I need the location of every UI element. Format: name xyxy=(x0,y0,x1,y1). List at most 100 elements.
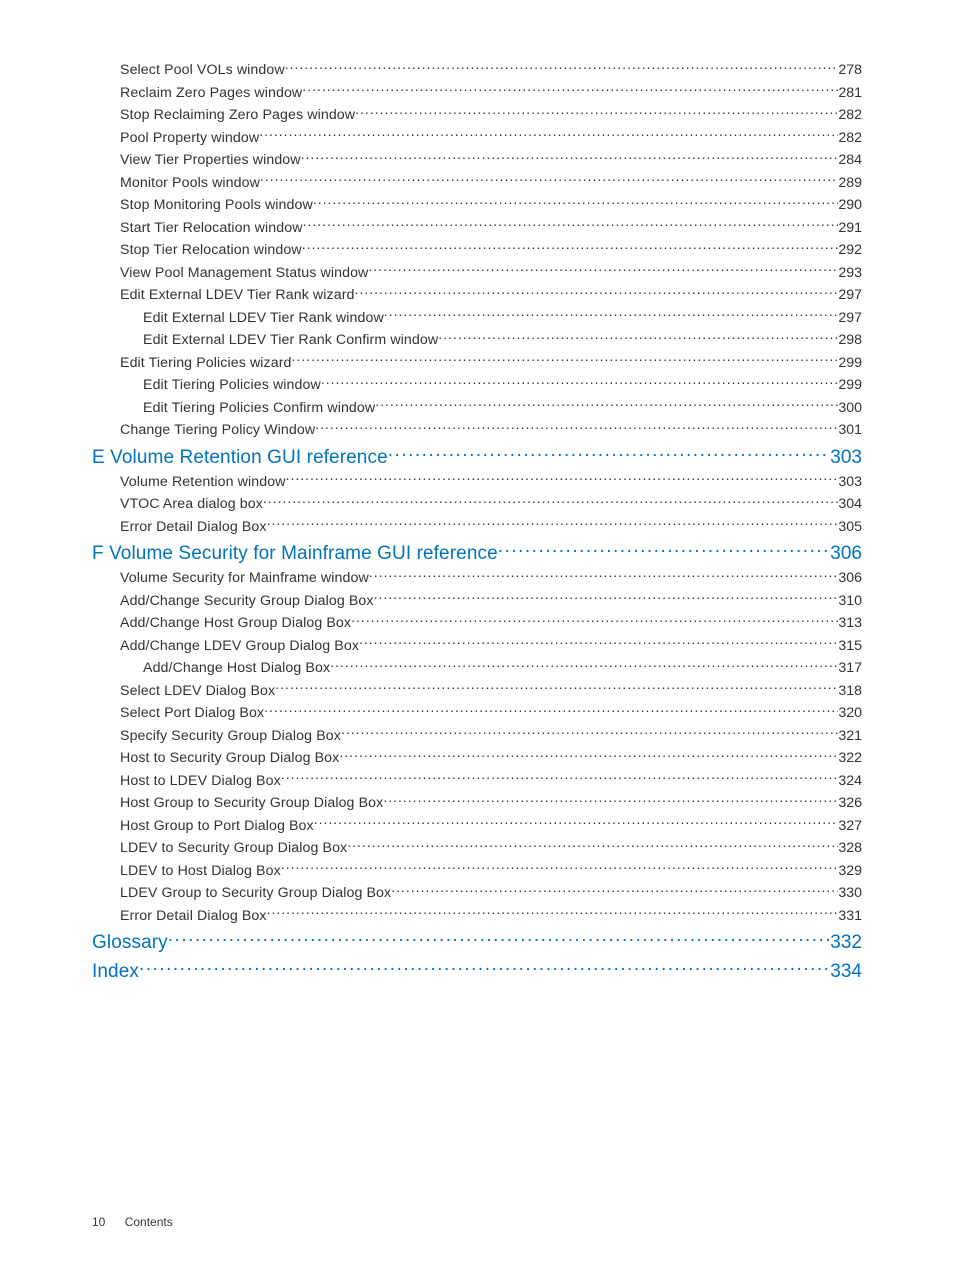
toc-leader xyxy=(313,193,838,209)
toc-entry-label: Volume Retention window xyxy=(120,473,286,493)
toc-entry-page: 303 xyxy=(838,473,862,493)
toc-leader xyxy=(267,904,839,920)
toc-entry-page: 297 xyxy=(838,309,862,329)
toc-entry-label: Index xyxy=(92,959,139,984)
toc-leader xyxy=(359,634,838,650)
toc-entry[interactable]: Edit Tiering Policies wizard299 xyxy=(92,351,862,374)
toc-entry-page: 332 xyxy=(830,930,862,955)
toc-entry[interactable]: Host to LDEV Dialog Box324 xyxy=(92,769,862,792)
toc-leader xyxy=(369,566,839,582)
toc-entry[interactable]: Add/Change Host Dialog Box317 xyxy=(92,656,862,679)
toc-entry[interactable]: F Volume Security for Mainframe GUI refe… xyxy=(92,541,862,566)
toc-entry[interactable]: Specify Security Group Dialog Box 321 xyxy=(92,724,862,747)
toc-entry-page: 320 xyxy=(838,704,862,724)
toc-entry[interactable]: VTOC Area dialog box304 xyxy=(92,492,862,515)
toc-entry[interactable]: Stop Monitoring Pools window 290 xyxy=(92,193,862,216)
toc-entry-page: 329 xyxy=(838,862,862,882)
toc-entry-label: Specify Security Group Dialog Box xyxy=(120,727,341,747)
toc-entry[interactable]: Volume Retention window 303 xyxy=(92,470,862,493)
toc-leader xyxy=(374,589,839,605)
toc-entry-label: Volume Security for Mainframe window xyxy=(120,569,369,589)
toc-entry-page: 293 xyxy=(838,264,862,284)
toc-entry[interactable]: Add/Change Security Group Dialog Box310 xyxy=(92,589,862,612)
toc-entry[interactable]: Edit External LDEV Tier Rank wizard297 xyxy=(92,283,862,306)
toc-leader xyxy=(301,148,839,164)
toc-leader xyxy=(341,724,838,740)
toc-leader xyxy=(275,679,838,695)
toc-entry-page: 291 xyxy=(838,219,862,239)
toc-entry[interactable]: Monitor Pools window289 xyxy=(92,171,862,194)
toc-entry-label: Select Pool VOLs window xyxy=(120,61,285,81)
toc-entry-page: 318 xyxy=(838,682,862,702)
toc-entry[interactable]: LDEV Group to Security Group Dialog Box3… xyxy=(92,881,862,904)
footer-page-number: 10 xyxy=(92,1215,105,1229)
toc-entry-label: E Volume Retention GUI reference xyxy=(92,445,388,470)
page-footer: 10 Contents xyxy=(92,1215,173,1229)
toc-entry-label: Edit Tiering Policies window xyxy=(143,376,321,396)
toc-entry[interactable]: LDEV to Security Group Dialog Box328 xyxy=(92,836,862,859)
toc-leader xyxy=(315,418,838,434)
toc-entry[interactable]: Change Tiering Policy Window301 xyxy=(92,418,862,441)
toc-entry[interactable]: Edit External LDEV Tier Rank Confirm win… xyxy=(92,328,862,351)
toc-leader xyxy=(498,543,831,559)
toc-entry-label: Error Detail Dialog Box xyxy=(120,518,267,538)
toc-entry[interactable]: LDEV to Host Dialog Box 329 xyxy=(92,859,862,882)
toc-entry-page: 322 xyxy=(838,749,862,769)
toc-entry[interactable]: Add/Change Host Group Dialog Box313 xyxy=(92,611,862,634)
toc-entry[interactable]: Stop Tier Relocation window292 xyxy=(92,238,862,261)
toc-entry[interactable]: Error Detail Dialog Box 331 xyxy=(92,904,862,927)
toc-entry[interactable]: Host to Security Group Dialog Box322 xyxy=(92,746,862,769)
toc-entry[interactable]: Select Port Dialog Box320 xyxy=(92,701,862,724)
toc-entry-page: 327 xyxy=(838,817,862,837)
toc-entry[interactable]: Volume Security for Mainframe window 306 xyxy=(92,566,862,589)
toc-entry[interactable]: Edit External LDEV Tier Rank window297 xyxy=(92,306,862,329)
toc-entry-page: 315 xyxy=(838,637,862,657)
toc-entry-page: 313 xyxy=(838,614,862,634)
toc-entry-label: VTOC Area dialog box xyxy=(120,495,263,515)
toc-entry[interactable]: Add/Change LDEV Group Dialog Box315 xyxy=(92,634,862,657)
toc-entry-page: 331 xyxy=(838,907,862,927)
toc-leader xyxy=(286,470,839,486)
toc-entry-label: Error Detail Dialog Box xyxy=(120,907,267,927)
toc-entry-page: 281 xyxy=(838,84,862,104)
toc-entry[interactable]: Index 334 xyxy=(92,959,862,984)
toc-entry-page: 297 xyxy=(838,286,862,306)
toc-leader xyxy=(285,58,839,74)
toc-entry[interactable]: View Tier Properties window284 xyxy=(92,148,862,171)
toc-leader xyxy=(355,103,838,119)
toc-entry[interactable]: Start Tier Relocation window291 xyxy=(92,216,862,239)
toc-entry[interactable]: Edit Tiering Policies window299 xyxy=(92,373,862,396)
toc-entry-label: Add/Change Host Dialog Box xyxy=(143,659,330,679)
toc-entry[interactable]: Host Group to Port Dialog Box327 xyxy=(92,814,862,837)
toc-entry-label: Select LDEV Dialog Box xyxy=(120,682,275,702)
toc-entry[interactable]: View Pool Management Status window293 xyxy=(92,261,862,284)
toc-entry-page: 290 xyxy=(838,196,862,216)
toc-entry[interactable]: Error Detail Dialog Box305 xyxy=(92,515,862,538)
toc-entry-label: LDEV to Host Dialog Box xyxy=(120,862,281,882)
toc-entry[interactable]: Stop Reclaiming Zero Pages window282 xyxy=(92,103,862,126)
toc-leader xyxy=(351,611,838,627)
toc-entry-page: 306 xyxy=(838,569,862,589)
toc-entry[interactable]: Select Pool VOLs window278 xyxy=(92,58,862,81)
toc-entry[interactable]: Select LDEV Dialog Box 318 xyxy=(92,679,862,702)
toc-entry[interactable]: Host Group to Security Group Dialog Box3… xyxy=(92,791,862,814)
toc-entry[interactable]: E Volume Retention GUI reference303 xyxy=(92,445,862,470)
toc-leader xyxy=(314,814,839,830)
toc-entry-label: Change Tiering Policy Window xyxy=(120,421,315,441)
toc-entry-page: 300 xyxy=(838,399,862,419)
toc-leader xyxy=(339,746,838,762)
toc-entry[interactable]: Reclaim Zero Pages window281 xyxy=(92,81,862,104)
toc-entry[interactable]: Edit Tiering Policies Confirm window300 xyxy=(92,396,862,419)
toc-entry-page: 299 xyxy=(838,354,862,374)
toc-entry-label: Stop Monitoring Pools window xyxy=(120,196,313,216)
table-of-contents: Select Pool VOLs window278Reclaim Zero P… xyxy=(92,58,862,984)
toc-leader xyxy=(388,447,831,463)
toc-entry[interactable]: Pool Property window282 xyxy=(92,126,862,149)
toc-entry-page: 334 xyxy=(830,959,862,984)
toc-entry-page: 321 xyxy=(838,727,862,747)
toc-entry[interactable]: Glossary 332 xyxy=(92,930,862,955)
toc-leader xyxy=(368,261,838,277)
toc-entry-label: F Volume Security for Mainframe GUI refe… xyxy=(92,541,498,566)
toc-entry-label: Glossary xyxy=(92,930,168,955)
toc-leader xyxy=(264,701,838,717)
